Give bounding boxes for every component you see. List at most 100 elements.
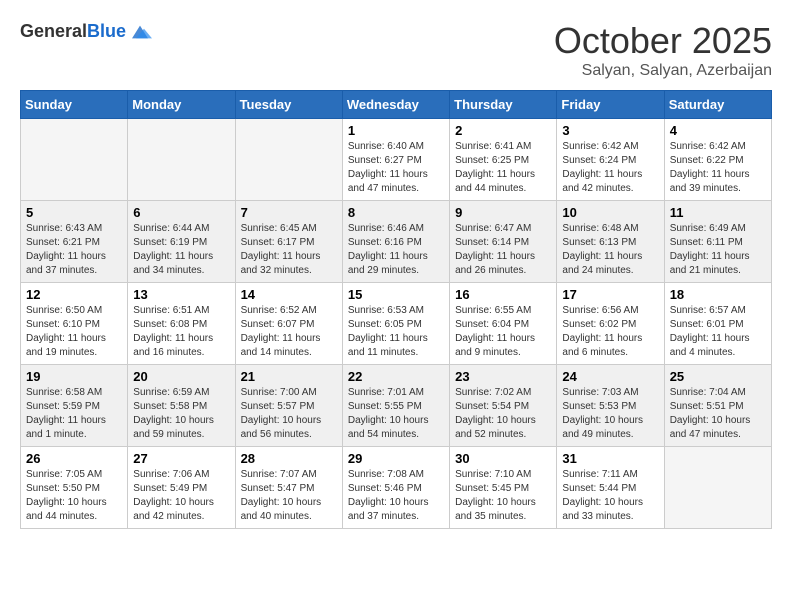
weekday-header-wednesday: Wednesday [342,91,449,119]
day-info: Sunrise: 7:02 AM Sunset: 5:54 PM Dayligh… [455,386,551,442]
calendar-cell: 17Sunrise: 6:56 AM Sunset: 6:02 PM Dayli… [557,283,664,365]
calendar-cell: 24 Sunrise: 7:03 AM Sunset: 5:53 PM Dayli… [557,365,664,447]
calendar-cell [128,119,235,201]
day-info: Sunrise: 7:08 AM Sunset: 5:46 PM Dayligh… [348,468,444,524]
day-number: 8 [348,205,444,220]
calendar-cell: 29 Sunrise: 7:08 AM Sunset: 5:46 PM Dayli… [342,447,449,529]
calendar-cell: 16 Sunrise: 6:55 AM Sunset: 6:04 PM Dayli… [450,283,557,365]
calendar: SundayMondayTuesdayWednesdayThursdayFrid… [20,90,772,529]
weekday-header-friday: Friday [557,91,664,119]
day-info: Sunrise: 7:03 AM Sunset: 5:53 PM Dayligh… [562,386,658,442]
logo-icon [128,20,152,44]
calendar-cell: 23 Sunrise: 7:02 AM Sunset: 5:54 PM Dayli… [450,365,557,447]
logo-blue: Blue [87,21,126,41]
day-number: 26 [26,451,122,466]
day-number: 31 [562,451,658,466]
day-number: 29 [348,451,444,466]
day-info: Sunrise: 6:44 AM Sunset: 6:19 PM Dayligh… [133,222,229,278]
calendar-cell: 13 Sunrise: 6:51 AM Sunset: 6:08 PM Dayli… [128,283,235,365]
day-info: Sunrise: 6:47 AM Sunset: 6:14 PM Dayligh… [455,222,551,278]
day-info: Sunrise: 7:05 AM Sunset: 5:50 PM Dayligh… [26,468,122,524]
title-section: October 2025 Salyan, Salyan, Azerbaijan [554,20,772,80]
calendar-cell: 19Sunrise: 6:58 AM Sunset: 5:59 PM Dayli… [21,365,128,447]
weekday-header-row: SundayMondayTuesdayWednesdayThursdayFrid… [21,91,772,119]
day-number: 1 [348,123,444,138]
calendar-cell: 31 Sunrise: 7:11 AM Sunset: 5:44 PM Dayli… [557,447,664,529]
day-number: 3 [562,123,658,138]
day-number: 13 [133,287,229,302]
calendar-cell: 7 Sunrise: 6:45 AM Sunset: 6:17 PM Daylig… [235,201,342,283]
day-number: 24 [562,369,658,384]
day-number: 16 [455,287,551,302]
calendar-cell [21,119,128,201]
day-number: 14 [241,287,337,302]
day-number: 27 [133,451,229,466]
day-number: 12 [26,287,122,302]
day-info: Sunrise: 6:59 AM Sunset: 5:58 PM Dayligh… [133,386,229,442]
day-info: Sunrise: 6:42 AM Sunset: 6:24 PM Dayligh… [562,140,658,196]
week-row-5: 26 Sunrise: 7:05 AM Sunset: 5:50 PM Dayli… [21,447,772,529]
calendar-cell: 26 Sunrise: 7:05 AM Sunset: 5:50 PM Dayli… [21,447,128,529]
day-info: Sunrise: 7:07 AM Sunset: 5:47 PM Dayligh… [241,468,337,524]
week-row-1: 1Sunrise: 6:40 AM Sunset: 6:27 PM Daylig… [21,119,772,201]
day-number: 2 [455,123,551,138]
weekday-header-thursday: Thursday [450,91,557,119]
week-row-3: 12 Sunrise: 6:50 AM Sunset: 6:10 PM Dayli… [21,283,772,365]
calendar-cell: 25 Sunrise: 7:04 AM Sunset: 5:51 PM Dayli… [664,365,771,447]
day-info: Sunrise: 7:04 AM Sunset: 5:51 PM Dayligh… [670,386,766,442]
day-number: 22 [348,369,444,384]
day-info: Sunrise: 6:43 AM Sunset: 6:21 PM Dayligh… [26,222,122,278]
day-info: Sunrise: 6:58 AM Sunset: 5:59 PM Dayligh… [26,386,122,442]
page-header: GeneralBlue October 2025 Salyan, Salyan,… [20,20,772,80]
location: Salyan, Salyan, Azerbaijan [554,62,772,80]
calendar-cell: 15Sunrise: 6:53 AM Sunset: 6:05 PM Dayli… [342,283,449,365]
weekday-header-saturday: Saturday [664,91,771,119]
calendar-cell: 5Sunrise: 6:43 AM Sunset: 6:21 PM Daylig… [21,201,128,283]
day-number: 25 [670,369,766,384]
calendar-cell: 11 Sunrise: 6:49 AM Sunset: 6:11 PM Dayli… [664,201,771,283]
calendar-cell: 27Sunrise: 7:06 AM Sunset: 5:49 PM Dayli… [128,447,235,529]
calendar-cell: 9Sunrise: 6:47 AM Sunset: 6:14 PM Daylig… [450,201,557,283]
day-info: Sunrise: 6:48 AM Sunset: 6:13 PM Dayligh… [562,222,658,278]
day-info: Sunrise: 6:49 AM Sunset: 6:11 PM Dayligh… [670,222,766,278]
week-row-4: 19Sunrise: 6:58 AM Sunset: 5:59 PM Dayli… [21,365,772,447]
week-row-2: 5Sunrise: 6:43 AM Sunset: 6:21 PM Daylig… [21,201,772,283]
day-number: 7 [241,205,337,220]
day-number: 17 [562,287,658,302]
day-info: Sunrise: 6:57 AM Sunset: 6:01 PM Dayligh… [670,304,766,360]
weekday-header-tuesday: Tuesday [235,91,342,119]
day-info: Sunrise: 6:53 AM Sunset: 6:05 PM Dayligh… [348,304,444,360]
day-info: Sunrise: 6:42 AM Sunset: 6:22 PM Dayligh… [670,140,766,196]
day-number: 4 [670,123,766,138]
calendar-cell: 14Sunrise: 6:52 AM Sunset: 6:07 PM Dayli… [235,283,342,365]
day-info: Sunrise: 6:55 AM Sunset: 6:04 PM Dayligh… [455,304,551,360]
day-number: 21 [241,369,337,384]
calendar-cell: 10 Sunrise: 6:48 AM Sunset: 6:13 PM Dayli… [557,201,664,283]
calendar-cell: 22 Sunrise: 7:01 AM Sunset: 5:55 PM Dayli… [342,365,449,447]
calendar-cell: 2Sunrise: 6:41 AM Sunset: 6:25 PM Daylig… [450,119,557,201]
calendar-cell: 8 Sunrise: 6:46 AM Sunset: 6:16 PM Daylig… [342,201,449,283]
day-info: Sunrise: 6:46 AM Sunset: 6:16 PM Dayligh… [348,222,444,278]
day-info: Sunrise: 7:01 AM Sunset: 5:55 PM Dayligh… [348,386,444,442]
day-number: 10 [562,205,658,220]
calendar-cell: 6Sunrise: 6:44 AM Sunset: 6:19 PM Daylig… [128,201,235,283]
day-info: Sunrise: 6:50 AM Sunset: 6:10 PM Dayligh… [26,304,122,360]
weekday-header-monday: Monday [128,91,235,119]
day-number: 23 [455,369,551,384]
day-info: Sunrise: 6:45 AM Sunset: 6:17 PM Dayligh… [241,222,337,278]
day-info: Sunrise: 7:11 AM Sunset: 5:44 PM Dayligh… [562,468,658,524]
calendar-cell: 4 Sunrise: 6:42 AM Sunset: 6:22 PM Daylig… [664,119,771,201]
calendar-cell: 20 Sunrise: 6:59 AM Sunset: 5:58 PM Dayli… [128,365,235,447]
calendar-cell: 30Sunrise: 7:10 AM Sunset: 5:45 PM Dayli… [450,447,557,529]
calendar-cell: 12 Sunrise: 6:50 AM Sunset: 6:10 PM Dayli… [21,283,128,365]
day-number: 11 [670,205,766,220]
calendar-cell [664,447,771,529]
day-number: 28 [241,451,337,466]
logo: GeneralBlue [20,20,152,44]
calendar-cell: 3 Sunrise: 6:42 AM Sunset: 6:24 PM Daylig… [557,119,664,201]
day-number: 30 [455,451,551,466]
day-number: 20 [133,369,229,384]
day-info: Sunrise: 6:51 AM Sunset: 6:08 PM Dayligh… [133,304,229,360]
calendar-cell: 21Sunrise: 7:00 AM Sunset: 5:57 PM Dayli… [235,365,342,447]
weekday-header-sunday: Sunday [21,91,128,119]
